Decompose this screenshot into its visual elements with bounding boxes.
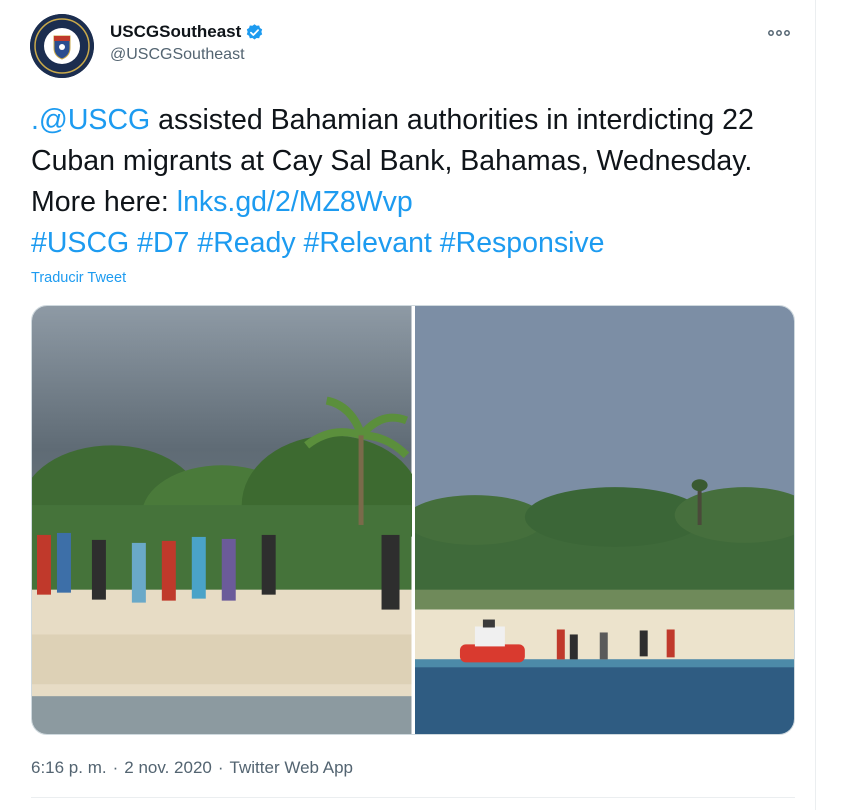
tweet-text: .@USCG assisted Bahamian authorities in … — [31, 100, 791, 264]
hashtag-link[interactable]: #USCG — [31, 227, 129, 259]
avatar[interactable] — [30, 14, 94, 78]
meta-separator: · — [112, 758, 119, 777]
display-name[interactable]: USCGSoutheast — [110, 22, 241, 42]
hashtag-link[interactable]: #Ready — [197, 227, 295, 259]
divider — [31, 797, 795, 798]
verified-badge-icon — [245, 23, 264, 42]
tweet-source: Twitter Web App — [229, 758, 354, 777]
mention-link[interactable]: .@USCG — [31, 104, 150, 136]
photo-beach-group[interactable] — [32, 306, 412, 734]
tweet-date[interactable]: 2 nov. 2020 — [124, 758, 212, 778]
account-names: USCGSoutheast @USCGSoutheast — [110, 22, 264, 64]
hashtag-link[interactable]: #Responsive — [440, 227, 605, 259]
more-horizontal-icon[interactable] — [766, 26, 792, 40]
account-handle[interactable]: @USCGSoutheast — [110, 46, 264, 64]
tweet-time[interactable]: 6:16 p. m. — [31, 758, 107, 778]
tweet-header: USCGSoutheast @USCGSoutheast — [30, 14, 800, 78]
meta-separator: · — [217, 758, 224, 777]
hashtag-link[interactable]: #D7 — [137, 227, 189, 259]
photo-coast-guard-boat[interactable] — [414, 306, 794, 734]
hashtag-link[interactable]: #Relevant — [304, 227, 432, 259]
translate-tweet-link[interactable]: Traducir Tweet — [31, 270, 126, 286]
tweet-meta: 6:16 p. m. · 2 nov. 2020 · Twitter Web A… — [31, 758, 353, 778]
url-link[interactable]: lnks.gd/2/MZ8Wvp — [177, 186, 413, 218]
media-grid — [31, 305, 795, 735]
tweet-card: USCGSoutheast @USCGSoutheast .@USCG assi… — [0, 0, 816, 810]
